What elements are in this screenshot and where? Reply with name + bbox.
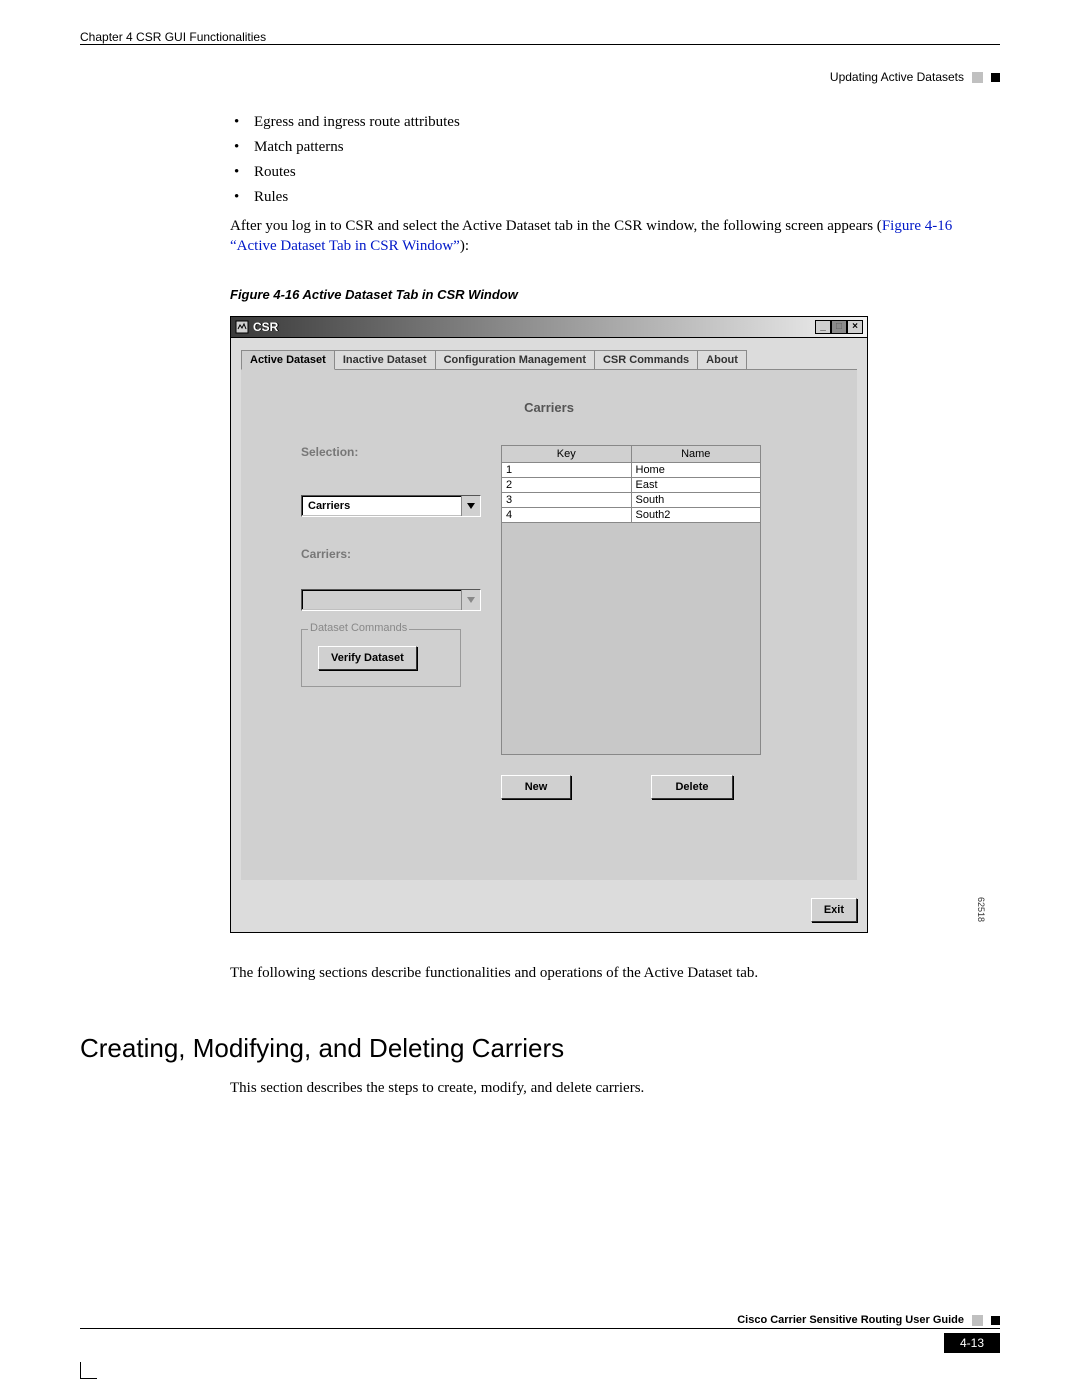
cell-key: 3 (502, 493, 632, 507)
carriers-table: Key Name 1 Home (501, 445, 761, 755)
para-text: ): (460, 238, 469, 254)
list-item: Routes (230, 164, 960, 181)
cell-name: Home (632, 463, 761, 477)
selection-dropdown[interactable]: Carriers (301, 495, 481, 517)
header-marker-black (991, 73, 1000, 82)
figure-number-tag: 62518 (976, 897, 986, 922)
chevron-down-icon (461, 590, 480, 610)
table-row[interactable]: 1 Home (502, 463, 760, 478)
cell-key: 2 (502, 478, 632, 492)
page-number-badge: 4-13 (944, 1333, 1000, 1353)
minimize-button[interactable]: _ (815, 320, 831, 334)
panel-heading: Carriers (261, 400, 837, 415)
crop-mark (80, 1362, 97, 1379)
table-body: 1 Home 2 East 3 (502, 463, 760, 754)
cell-key: 1 (502, 463, 632, 477)
list-item: Match patterns (230, 139, 960, 156)
maximize-button: □ (831, 320, 847, 334)
bullet-list: Egress and ingress route attributes Matc… (230, 114, 960, 206)
col-header-key[interactable]: Key (502, 446, 632, 462)
tab-active-dataset[interactable]: Active Dataset (241, 350, 335, 370)
section-label: Updating Active Datasets (830, 70, 964, 84)
cell-key: 4 (502, 508, 632, 522)
table-row[interactable]: 4 South2 (502, 508, 760, 523)
table-row[interactable]: 3 South (502, 493, 760, 508)
carriers-dropdown (301, 589, 481, 611)
footer-rule (80, 1328, 1000, 1329)
cell-name: South (632, 493, 761, 507)
figure-caption: Figure 4-16 Active Dataset Tab in CSR Wi… (230, 287, 960, 302)
cell-name: South2 (632, 508, 761, 522)
carriers-label: Carriers: (301, 547, 471, 561)
exit-button[interactable]: Exit (811, 898, 857, 922)
footer-doc-title: Cisco Carrier Sensitive Routing User Gui… (737, 1314, 964, 1326)
dataset-commands-group: Dataset Commands Verify Dataset (301, 629, 461, 687)
csr-titlebar: CSR _ □ × (230, 316, 868, 338)
table-row[interactable]: 2 East (502, 478, 760, 493)
dataset-commands-legend: Dataset Commands (308, 622, 409, 634)
delete-button[interactable]: Delete (651, 775, 733, 799)
closing-paragraph: The following sections describe function… (230, 963, 960, 983)
footer-marker-gray (972, 1315, 983, 1326)
section-heading: Creating, Modifying, and Deleting Carrie… (80, 1033, 960, 1064)
tab-config-mgmt[interactable]: Configuration Management (435, 350, 595, 370)
new-button[interactable]: New (501, 775, 571, 799)
selection-label: Selection: (301, 445, 471, 459)
list-item: Rules (230, 189, 960, 206)
para-text: After you log in to CSR and select the A… (230, 218, 882, 234)
section-intro-paragraph: This section describes the steps to crea… (230, 1078, 960, 1098)
list-item: Egress and ingress route attributes (230, 114, 960, 131)
csr-window-title: CSR (253, 320, 278, 334)
header-rule (80, 44, 1000, 45)
csr-app-icon (235, 320, 249, 334)
footer-marker-black (991, 1316, 1000, 1325)
chevron-down-icon (461, 496, 480, 516)
tab-inactive-dataset[interactable]: Inactive Dataset (334, 350, 436, 370)
tab-about[interactable]: About (697, 350, 747, 370)
chapter-label: Chapter 4 CSR GUI Functionalities (80, 30, 1000, 44)
csr-tab-bar: Active Dataset Inactive Dataset Configur… (241, 348, 857, 370)
tab-csr-commands[interactable]: CSR Commands (594, 350, 698, 370)
header-marker-gray (972, 72, 983, 83)
intro-paragraph: After you log in to CSR and select the A… (230, 216, 960, 257)
csr-window: CSR _ □ × Active Dataset Inactive Datase… (230, 316, 868, 933)
close-button[interactable]: × (847, 320, 863, 334)
selection-value: Carriers (308, 500, 350, 512)
cell-name: East (632, 478, 761, 492)
verify-dataset-button[interactable]: Verify Dataset (318, 646, 417, 670)
col-header-name[interactable]: Name (632, 446, 761, 462)
